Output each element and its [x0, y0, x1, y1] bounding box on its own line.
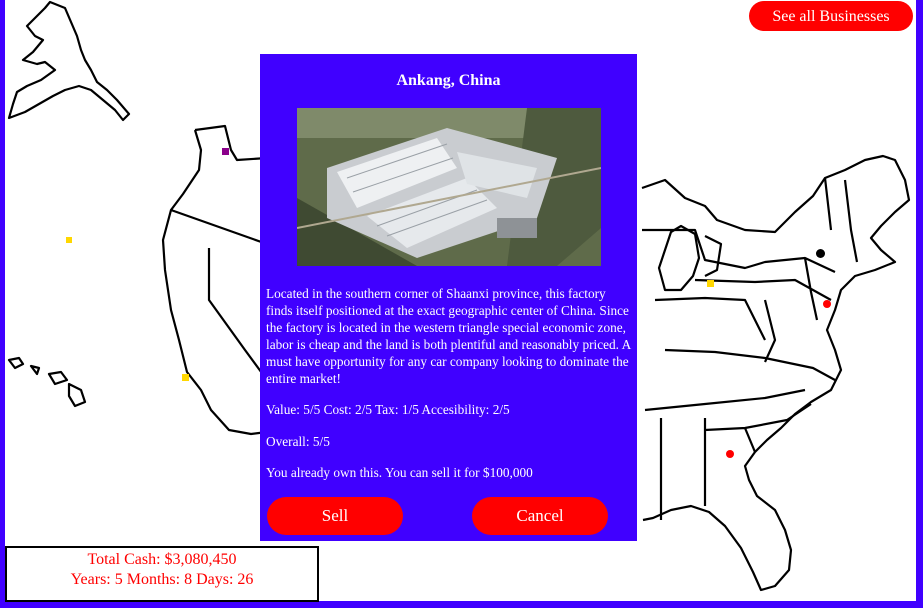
business-description: Located in the southern corner of Shaanx…: [266, 286, 631, 387]
business-stats: Value: 5/5 Cost: 2/5 Tax: 1/5 Accesibili…: [266, 402, 510, 417]
west-states: [161, 124, 268, 436]
marker-red-dot-georgia[interactable]: [726, 450, 734, 458]
elapsed-time: Years: 5 Months: 8 Days: 26: [70, 571, 254, 588]
status-panel: Total Cash: $3,080,450 Years: 5 Months: …: [5, 546, 319, 602]
factory-photo: [297, 108, 601, 266]
marker-yellow-square-pacific[interactable]: [66, 237, 72, 243]
marker-red-dot-newjersey[interactable]: [823, 300, 831, 308]
ownership-note: You already own this. You can sell it fo…: [266, 465, 533, 480]
marker-yellow-square-california[interactable]: [182, 374, 189, 381]
total-cash: Total Cash: $3,080,450: [87, 551, 237, 568]
factory-aerial-icon: [297, 108, 601, 266]
marker-yellow-square-michigan[interactable]: [707, 280, 714, 287]
business-detail-modal: Ankang, China Located in the southern co…: [260, 54, 637, 541]
hawaii-shape: [7, 356, 87, 408]
alaska-shape: [7, 0, 131, 122]
sell-button[interactable]: Sell: [267, 497, 403, 535]
east-states: [641, 154, 911, 592]
business-overall-rating: Overall: 5/5: [266, 434, 330, 449]
marker-purple-square[interactable]: [222, 148, 229, 155]
see-all-businesses-button[interactable]: See all Businesses: [749, 1, 913, 31]
marker-black-dot-newyork[interactable]: [816, 249, 825, 258]
business-title: Ankang, China: [396, 72, 501, 89]
cancel-button[interactable]: Cancel: [472, 497, 608, 535]
